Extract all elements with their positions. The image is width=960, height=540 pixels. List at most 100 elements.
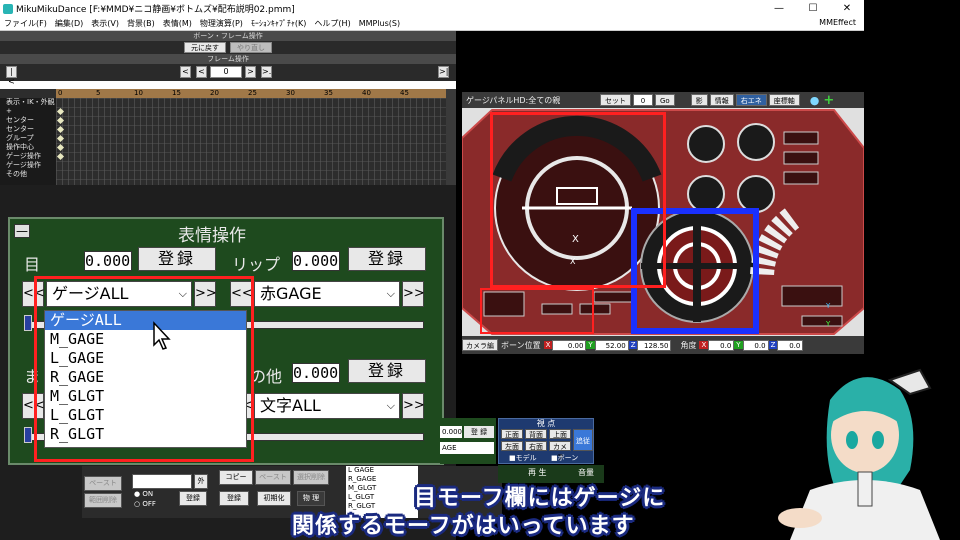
dropdown-option[interactable]: ゲージALL [45,311,246,330]
set-value-input[interactable]: 0 [633,94,653,106]
keyframe[interactable] [56,107,65,116]
redo-button[interactable]: やり直し [230,42,272,53]
range-delete-button[interactable]: 範囲削除 [84,493,122,508]
maximize-window-button[interactable]: ☐ [796,0,830,17]
minimize-panel-button[interactable]: — [14,224,30,238]
lip-register-button[interactable]: 登録 [348,247,426,271]
track-name[interactable]: センター [0,116,56,125]
eye-next-button[interactable]: >> [194,281,217,307]
menu-background[interactable]: 背景(B) [123,18,159,29]
undo-button[interactable]: 元に戻す [184,42,226,53]
set-button[interactable]: セット [600,94,631,106]
track-name[interactable]: + [0,107,56,116]
dropdown-option[interactable]: M_GAGE [45,330,246,349]
follow-button[interactable]: 追従 [573,429,593,451]
dropdown-option[interactable]: M_GLGT [45,387,246,406]
eye-morph-dropdown[interactable]: ゲージALL M_GAGE L_GAGE R_GAGE M_GLGT L_GLG… [44,310,247,448]
track-name[interactable]: グループ [0,134,56,143]
pos-x-input[interactable]: 0.00 [552,339,587,351]
keyframe[interactable] [56,134,65,143]
list-item[interactable]: L_GLGT [348,493,418,502]
track-name[interactable]: ゲージ操作 [0,161,56,170]
lip-prev-button[interactable]: << [230,281,253,307]
view-right-button[interactable]: 右面 [525,441,547,451]
outside-button[interactable]: 外 [194,474,208,489]
timeline-scrollbar[interactable] [446,89,456,185]
angle-z-input[interactable]: 0.0 [777,339,804,351]
menu-view[interactable]: 表示(V) [87,18,123,29]
go-button[interactable]: Go [655,94,675,106]
first-frame-button[interactable]: |< [6,66,17,86]
dropdown-option[interactable]: L_GAGE [45,349,246,368]
keyframe[interactable] [56,125,65,134]
list-item[interactable]: M_GLGT [348,484,418,493]
keyframe[interactable] [56,152,65,161]
gauge-render-canvas[interactable]: X X Y Y [461,108,865,336]
eye-register-button[interactable]: 登録 [138,247,216,271]
plus-icon[interactable]: + [823,93,834,108]
paste-button-2[interactable]: ペースト [255,470,291,485]
view-camera-button[interactable]: カメラ [549,441,571,461]
select-delete-button[interactable]: 選択削除 [293,470,329,485]
eye-morph-select[interactable]: ゲージALL ⌵ [46,281,192,307]
menu-help[interactable]: ヘルプ(H) [310,18,354,29]
menu-edit[interactable]: 編集(D) [51,18,87,29]
timeline-grid[interactable]: 0 5 10 15 20 25 30 35 40 45 表示・IK・外観 + セ… [0,89,446,185]
model-combo[interactable] [132,474,192,489]
lip-next-button[interactable]: >> [402,281,425,307]
track-name[interactable]: センター [0,125,56,134]
paste-button[interactable]: ペースト [84,476,122,491]
radio-off[interactable]: ○ OFF [134,500,156,508]
shadow-button[interactable]: 影 [690,94,708,106]
list-item[interactable]: R_GAGE [348,475,418,484]
physics-button[interactable]: 物 理 [297,491,325,506]
prev-frame-button[interactable]: < [196,66,207,78]
frame-number-input[interactable]: 0 [210,66,242,78]
angle-x-input[interactable]: 0.0 [708,339,735,351]
copy-button[interactable]: コピー [219,470,253,485]
zoom-icon[interactable]: ● [810,94,820,107]
view-left-button[interactable]: 左面 [501,441,523,451]
axis-button[interactable]: 座標軸 [768,94,800,106]
keyframe[interactable] [56,143,65,152]
partial-value[interactable]: 0.000 [440,426,462,438]
other-morph-select[interactable]: 文字ALL ⌵ [254,393,400,419]
timeline-keyframe-grid[interactable] [56,98,446,185]
view-back-button[interactable]: 背面 [525,429,547,439]
next-key-button[interactable]: >. [261,66,272,78]
model-checkbox[interactable]: ■モデル [509,453,537,463]
list-item[interactable]: L GAGE [348,466,418,475]
track-name[interactable]: その他 [0,170,56,179]
other-slider[interactable] [234,433,424,441]
other-register-button[interactable]: 登録 [348,359,426,383]
bone-checkbox[interactable]: ■ボーン [551,453,578,463]
view-top-button[interactable]: 上面 [549,429,571,439]
next-frame-button[interactable]: > [245,66,256,78]
lip-morph-select[interactable]: 赤GAGE ⌵ [254,281,400,307]
keyframe[interactable] [56,116,65,125]
eye-slider-thumb[interactable] [24,315,32,331]
partial-select[interactable]: AGE [440,442,494,454]
eye-prev-button[interactable]: << [22,281,45,307]
view-front-button[interactable]: 正面 [501,429,523,439]
angle-y-input[interactable]: 0.0 [742,339,769,351]
close-window-button[interactable]: ✕ [830,0,864,17]
prev-key-button[interactable]: < [180,66,191,78]
info-button[interactable]: 情報 [709,94,734,106]
radio-on[interactable]: ● ON [134,490,153,498]
track-name[interactable]: 操作中心 [0,143,56,152]
right-energy-button[interactable]: 右エネ [735,94,767,106]
menu-mmplus[interactable]: MMPlus(S) [355,19,404,28]
menu-mmeffect[interactable]: MMEffect [815,18,860,27]
register-button-2[interactable]: 登録 [219,491,249,506]
other-next-button[interactable]: >> [402,393,425,419]
lip-slider[interactable] [234,321,424,329]
last-frame-button[interactable]: >| [438,66,449,78]
menu-expression[interactable]: 表情(M) [159,18,196,29]
brow-slider-thumb[interactable] [24,427,32,443]
initialize-button[interactable]: 初期化 [257,491,291,506]
eye-value-input[interactable]: 0.000 [84,251,132,271]
pos-z-input[interactable]: 128.50 [637,339,672,351]
minimize-window-button[interactable]: — [762,0,796,17]
lip-value-input[interactable]: 0.000 [292,251,340,271]
